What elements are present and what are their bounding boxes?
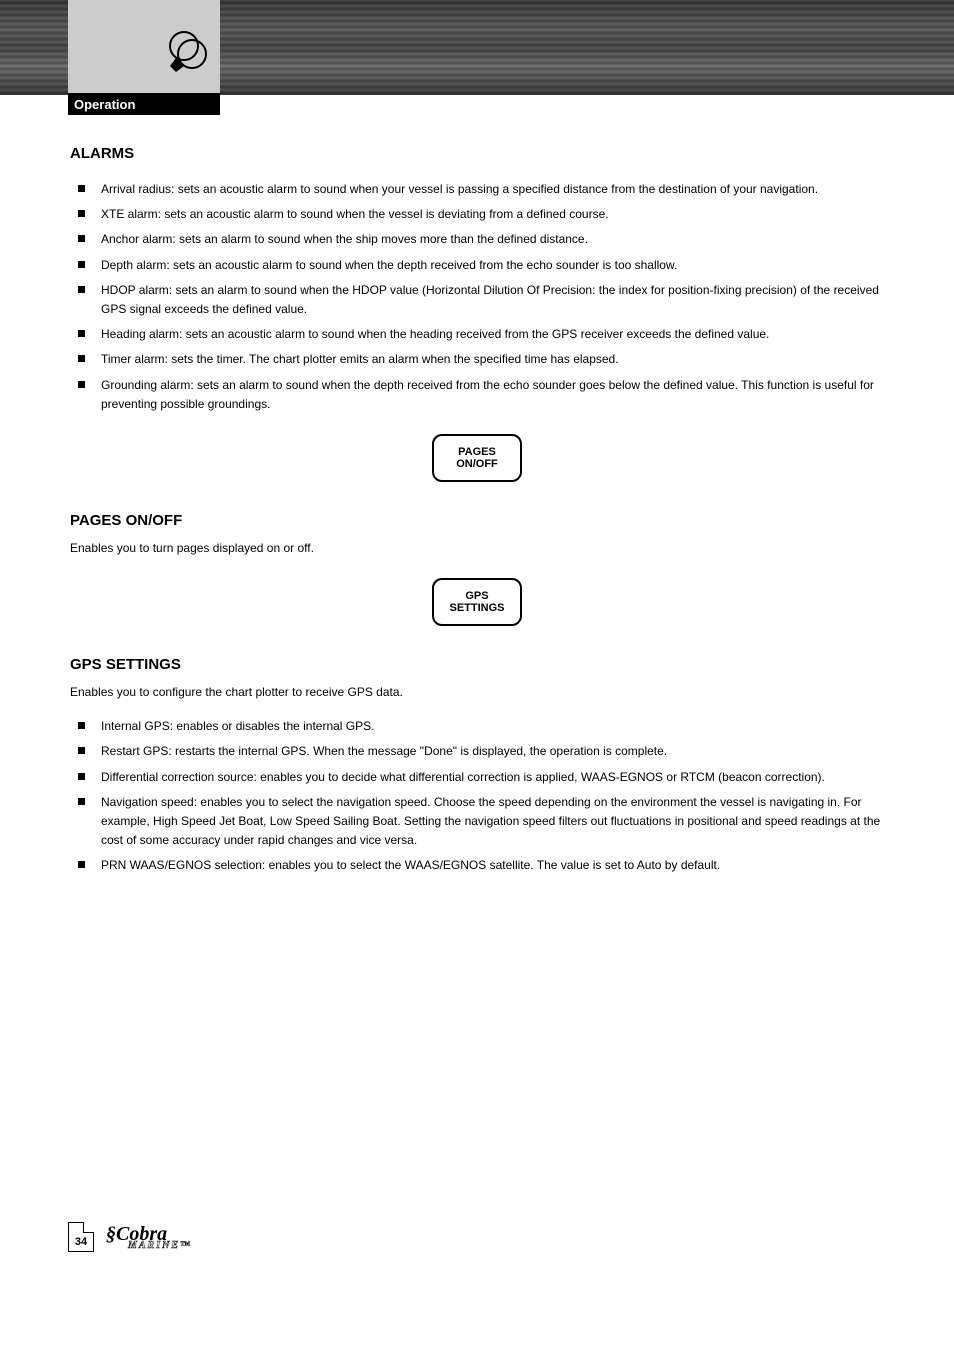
bullet-icon	[78, 861, 85, 868]
gps-list: Internal GPS: enables or disables the in…	[70, 717, 884, 875]
list-item: Navigation speed: enables you to select …	[78, 793, 884, 851]
page-icon: 34	[68, 1222, 94, 1252]
bullet-icon	[78, 798, 85, 805]
bullet-icon	[78, 261, 85, 268]
content-area: ALARMS Arrival radius: sets an acoustic …	[0, 95, 954, 902]
horn-icon	[162, 28, 214, 80]
bullet-text: Heading alarm: sets an acoustic alarm to…	[101, 325, 884, 344]
alarms-list: Arrival radius: sets an acoustic alarm t…	[70, 180, 884, 414]
bullet-text: HDOP alarm: sets an alarm to sound when …	[101, 281, 884, 319]
bullet-text: Depth alarm: sets an acoustic alarm to s…	[101, 256, 884, 275]
bullet-icon	[78, 235, 85, 242]
bullet-text: Arrival radius: sets an acoustic alarm t…	[101, 180, 884, 199]
list-item: Differential correction source: enables …	[78, 768, 884, 787]
operation-label: Operation	[68, 93, 220, 115]
list-item: Anchor alarm: sets an alarm to sound whe…	[78, 230, 884, 249]
list-item: Arrival radius: sets an acoustic alarm t…	[78, 180, 884, 199]
gps-settings-button-image: GPS SETTINGS	[432, 578, 522, 626]
list-item: Heading alarm: sets an acoustic alarm to…	[78, 325, 884, 344]
bullet-text: Timer alarm: sets the timer. The chart p…	[101, 350, 884, 369]
list-item: Grounding alarm: sets an alarm to sound …	[78, 376, 884, 414]
operation-tab: Operation	[68, 0, 220, 115]
list-item: Internal GPS: enables or disables the in…	[78, 717, 884, 736]
bullet-text: Navigation speed: enables you to select …	[101, 793, 884, 851]
alarms-title: ALARMS	[70, 145, 884, 162]
bullet-text: Differential correction source: enables …	[101, 768, 884, 787]
bullet-text: Internal GPS: enables or disables the in…	[101, 717, 884, 736]
bullet-icon	[78, 210, 85, 217]
bullet-icon	[78, 355, 85, 362]
bullet-icon	[78, 185, 85, 192]
gps-text: Enables you to configure the chart plott…	[70, 683, 884, 702]
bullet-text: XTE alarm: sets an acoustic alarm to sou…	[101, 205, 884, 224]
list-item: HDOP alarm: sets an alarm to sound when …	[78, 281, 884, 319]
bullet-icon	[78, 330, 85, 337]
gps-title: GPS SETTINGS	[70, 656, 884, 673]
bullet-icon	[78, 747, 85, 754]
pages-title: PAGES ON/OFF	[70, 512, 884, 529]
bullet-icon	[78, 381, 85, 388]
list-item: Depth alarm: sets an acoustic alarm to s…	[78, 256, 884, 275]
bullet-icon	[78, 773, 85, 780]
bullet-text: Restart GPS: restarts the internal GPS. …	[101, 742, 884, 761]
cobra-marine-logo: §Cobra MARINE™	[106, 1223, 192, 1251]
list-item: Timer alarm: sets the timer. The chart p…	[78, 350, 884, 369]
pages-onoff-button-image: PAGES ON/OFF	[432, 434, 522, 482]
bullet-text: PRN WAAS/EGNOS selection: enables you to…	[101, 856, 884, 875]
bullet-text: Anchor alarm: sets an alarm to sound whe…	[101, 230, 884, 249]
footer: 34 §Cobra MARINE™	[68, 1222, 192, 1252]
page-number: 34	[75, 1236, 87, 1248]
list-item: XTE alarm: sets an acoustic alarm to sou…	[78, 205, 884, 224]
list-item: Restart GPS: restarts the internal GPS. …	[78, 742, 884, 761]
bullet-text: Grounding alarm: sets an alarm to sound …	[101, 376, 884, 414]
bullet-icon	[78, 286, 85, 293]
bullet-icon	[78, 722, 85, 729]
list-item: PRN WAAS/EGNOS selection: enables you to…	[78, 856, 884, 875]
pages-text: Enables you to turn pages displayed on o…	[70, 539, 884, 558]
